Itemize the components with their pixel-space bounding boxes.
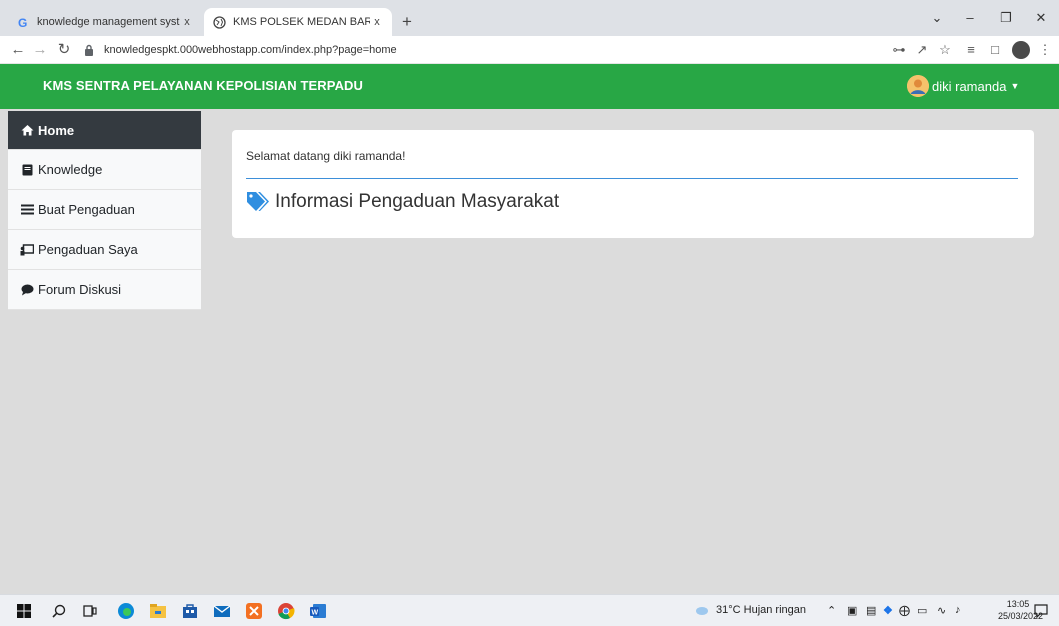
- share-icon[interactable]: ↗: [913, 41, 931, 59]
- tab-title: KMS POLSEK MEDAN BARAT: [233, 16, 370, 28]
- user-avatar-icon: [907, 75, 929, 97]
- list-icon: [20, 203, 34, 217]
- sidebar-item-knowledge[interactable]: Knowledge: [8, 150, 201, 190]
- weather-icon[interactable]: [694, 601, 710, 621]
- content-card: Selamat datang diki ramanda! Informasi P…: [232, 130, 1034, 238]
- app-brand[interactable]: KMS SENTRA PELAYANAN KEPOLISIAN TERPADU: [43, 78, 363, 93]
- search-icon[interactable]: [49, 601, 69, 621]
- svg-text:W: W: [312, 610, 319, 617]
- tab-knowledge-management-system[interactable]: G knowledge management system x: [8, 8, 202, 36]
- caret-down-icon: ▼: [1010, 81, 1020, 91]
- chalkboard-icon: [20, 243, 34, 257]
- notification-icon[interactable]: [1031, 601, 1051, 621]
- close-window-icon[interactable]: ✕: [1023, 6, 1059, 30]
- windows-start-icon[interactable]: [14, 601, 34, 621]
- sidebar-item-label: Pengaduan Saya: [38, 242, 138, 257]
- tab-search-icon[interactable]: ⌄: [919, 6, 955, 30]
- tags-icon: [246, 191, 270, 213]
- home-icon: [20, 123, 34, 137]
- tab-close-button[interactable]: x: [370, 16, 384, 28]
- sidebar-item-pengaduan-saya[interactable]: Pengaduan Saya: [8, 230, 201, 270]
- reading-list-icon[interactable]: ≡: [962, 41, 980, 59]
- file-explorer-icon[interactable]: [148, 601, 168, 621]
- network-icon[interactable]: ⨁: [899, 604, 910, 617]
- tab-title: knowledge management system: [37, 16, 180, 28]
- user-name: diki ramanda: [932, 78, 1007, 94]
- profile-avatar-icon[interactable]: [1012, 41, 1030, 59]
- comment-icon: [20, 283, 34, 297]
- word-icon[interactable]: W: [308, 601, 328, 621]
- welcome-message: Selamat datang diki ramanda!: [246, 149, 406, 163]
- divider: [246, 178, 1018, 179]
- globe-icon: [212, 15, 226, 29]
- sidebar-item-label: Home: [38, 122, 75, 138]
- lock-icon: [84, 44, 98, 56]
- sidebar-item-buat-pengaduan[interactable]: Buat Pengaduan: [8, 190, 201, 230]
- bluetooth-icon[interactable]: ❖: [883, 604, 893, 617]
- more-menu-icon[interactable]: ⋮: [1036, 41, 1054, 59]
- address-bar[interactable]: knowledgespkt.000webhostapp.com/index.ph…: [84, 39, 864, 61]
- volume-icon[interactable]: ♪: [955, 604, 961, 616]
- side-panel-icon[interactable]: □: [986, 41, 1004, 59]
- restore-icon[interactable]: ❐: [988, 6, 1024, 30]
- reload-icon[interactable]: ↻: [54, 40, 74, 60]
- tab-kms-polsek-medan-barat[interactable]: KMS POLSEK MEDAN BARAT x: [204, 8, 392, 36]
- book-icon: [20, 163, 34, 177]
- new-tab-button[interactable]: +: [396, 13, 418, 33]
- back-icon[interactable]: ←: [8, 40, 28, 60]
- forward-icon[interactable]: →: [30, 40, 50, 60]
- key-icon[interactable]: ⊶: [890, 41, 908, 59]
- chevron-up-icon[interactable]: ⌃: [827, 604, 836, 617]
- tray-monitor-icon[interactable]: ▤: [866, 604, 876, 617]
- section-title: Informasi Pengaduan Masyarakat: [275, 191, 560, 212]
- tab-close-button[interactable]: x: [180, 16, 194, 28]
- task-view-icon[interactable]: [80, 601, 100, 621]
- windows-taskbar: W 31°C Hujan ringan ⌃ ▣ ▤ ❖ ⨁ ▭ ∿ ♪ 13:0…: [0, 594, 1059, 626]
- sidebar-item-home[interactable]: Home: [8, 111, 201, 150]
- sidebar-item-label: Knowledge: [38, 162, 103, 177]
- sidebar-item-label: Buat Pengaduan: [38, 202, 135, 217]
- app-navbar: KMS SENTRA PELAYANAN KEPOLISIAN TERPADU …: [0, 64, 1059, 109]
- url-text: knowledgespkt.000webhostapp.com/index.ph…: [104, 44, 397, 56]
- bookmark-star-icon[interactable]: ☆: [936, 41, 954, 59]
- wifi-icon[interactable]: ∿: [937, 604, 946, 617]
- store-icon[interactable]: [180, 601, 200, 621]
- sidebar-item-forum-diskusi[interactable]: Forum Diskusi: [8, 270, 201, 310]
- xampp-icon[interactable]: [244, 601, 264, 621]
- tray-app-icon[interactable]: ▣: [847, 604, 857, 617]
- weather-text[interactable]: 31°C Hujan ringan: [716, 604, 806, 616]
- user-menu[interactable]: diki ramanda ▼: [907, 74, 1019, 98]
- sidebar-item-label: Forum Diskusi: [38, 282, 122, 297]
- minimize-icon[interactable]: –: [952, 6, 988, 30]
- section-heading: Informasi Pengaduan Masyarakat: [246, 191, 559, 213]
- battery-icon[interactable]: ▭: [917, 604, 927, 617]
- chrome-icon[interactable]: [276, 601, 296, 621]
- mail-icon[interactable]: [212, 601, 232, 621]
- svg-text:G: G: [18, 16, 27, 29]
- google-icon: G: [16, 15, 30, 29]
- edge-browser-icon[interactable]: [116, 601, 136, 621]
- sidebar: Home Knowledge Buat Pengaduan Pengaduan …: [8, 111, 201, 310]
- browser-toolbar: ← → ↻ knowledgespkt.000webhostapp.com/in…: [0, 36, 1059, 64]
- browser-tab-strip: G knowledge management system x KMS POLS…: [0, 0, 1059, 36]
